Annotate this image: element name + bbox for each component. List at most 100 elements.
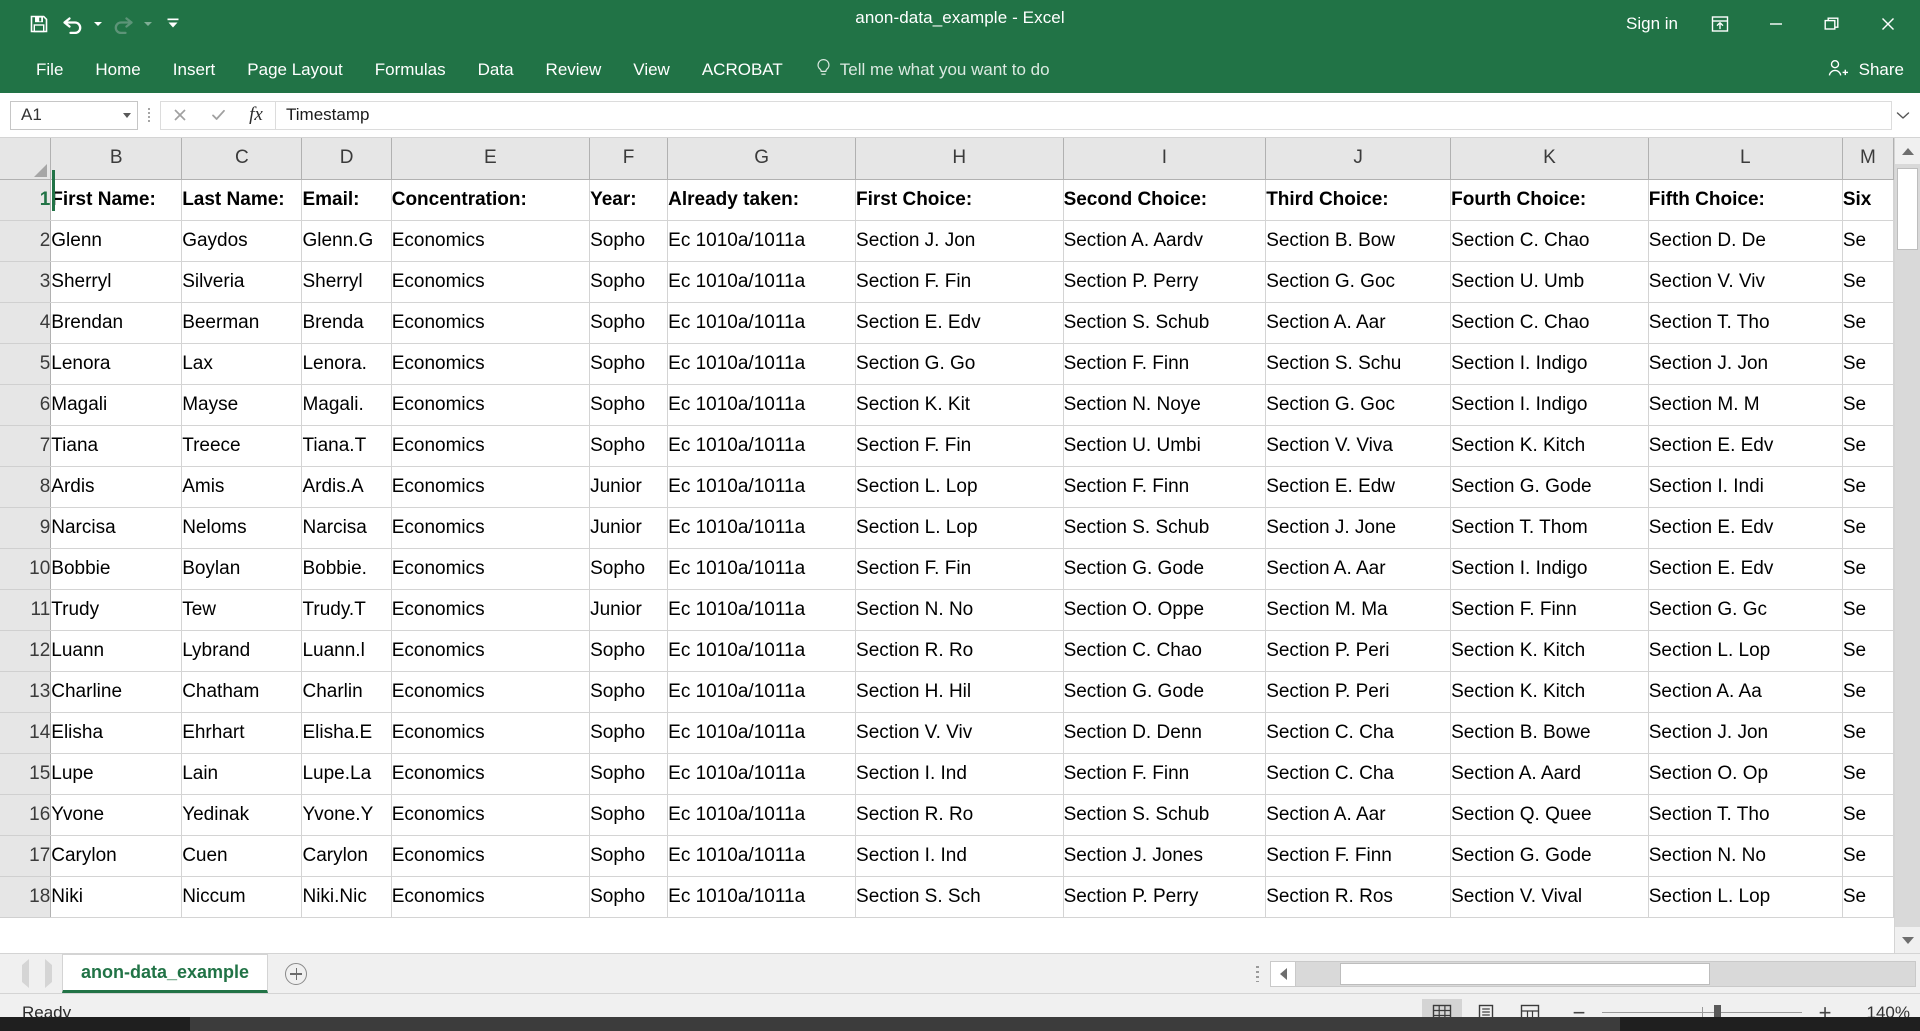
cell-f10[interactable]: Sopho xyxy=(589,548,669,590)
cell-m16[interactable]: Se xyxy=(1842,794,1894,836)
cell-j10[interactable]: Section A. Aar xyxy=(1265,548,1452,590)
cell-f14[interactable]: Sopho xyxy=(589,712,669,754)
horizontal-scroll-thumb[interactable] xyxy=(1340,962,1710,985)
cell-l12[interactable]: Section L. Lop xyxy=(1648,630,1843,672)
tab-data[interactable]: Data xyxy=(462,47,530,93)
cell-l15[interactable]: Section O. Op xyxy=(1648,753,1843,795)
cell-i2[interactable]: Section A. Aardv xyxy=(1063,220,1267,262)
sheet-tab-anon-data-example[interactable]: anon-data_example xyxy=(62,954,269,993)
cell-d14[interactable]: Elisha.E xyxy=(301,712,392,754)
save-icon[interactable] xyxy=(22,7,56,41)
cell-k11[interactable]: Section F. Finn xyxy=(1450,589,1649,631)
cell-f4[interactable]: Sopho xyxy=(589,302,669,344)
cell-header-d[interactable]: Email: xyxy=(301,179,392,221)
cell-l4[interactable]: Section T. Tho xyxy=(1648,302,1843,344)
cell-k7[interactable]: Section K. Kitch xyxy=(1450,425,1649,467)
cell-h16[interactable]: Section R. Ro xyxy=(855,794,1064,836)
cell-g7[interactable]: Ec 1010a/1011a xyxy=(667,425,857,467)
cell-e15[interactable]: Economics xyxy=(391,753,591,795)
cell-m15[interactable]: Se xyxy=(1842,753,1894,795)
row-header-3[interactable]: 3 xyxy=(0,261,52,303)
cell-g4[interactable]: Ec 1010a/1011a xyxy=(667,302,857,344)
cell-d5[interactable]: Lenora. xyxy=(301,343,392,385)
tab-acrobat[interactable]: ACROBAT xyxy=(686,47,799,93)
cell-l7[interactable]: Section E. Edv xyxy=(1648,425,1843,467)
cell-i9[interactable]: Section S. Schub xyxy=(1063,507,1267,549)
cell-j18[interactable]: Section R. Ros xyxy=(1265,876,1452,918)
cell-header-c[interactable]: Last Name: xyxy=(181,179,303,221)
cell-h4[interactable]: Section E. Edv xyxy=(855,302,1064,344)
cell-l11[interactable]: Section G. Gc xyxy=(1648,589,1843,631)
cell-l5[interactable]: Section J. Jon xyxy=(1648,343,1843,385)
column-header-e[interactable]: E xyxy=(391,138,591,180)
cell-d15[interactable]: Lupe.La xyxy=(301,753,392,795)
cell-g6[interactable]: Ec 1010a/1011a xyxy=(667,384,857,426)
cell-k17[interactable]: Section G. Gode xyxy=(1450,835,1649,877)
column-header-b[interactable]: B xyxy=(50,138,183,180)
column-header-d[interactable]: D xyxy=(301,138,392,180)
cell-k13[interactable]: Section K. Kitch xyxy=(1450,671,1649,713)
horizontal-scroll-track[interactable] xyxy=(1296,960,1916,987)
minimize-icon[interactable] xyxy=(1748,4,1804,44)
cell-header-j[interactable]: Third Choice: xyxy=(1265,179,1452,221)
cell-e2[interactable]: Economics xyxy=(391,220,591,262)
redo-dropdown-chevron-down-icon[interactable] xyxy=(140,7,156,41)
cell-h8[interactable]: Section L. Lop xyxy=(855,466,1064,508)
share-button[interactable]: Share xyxy=(1826,58,1904,83)
cell-c18[interactable]: Niccum xyxy=(181,876,303,918)
cell-header-f[interactable]: Year: xyxy=(589,179,669,221)
cell-l16[interactable]: Section T. Tho xyxy=(1648,794,1843,836)
column-header-l[interactable]: L xyxy=(1648,138,1843,180)
scroll-down-arrow-icon[interactable] xyxy=(1895,927,1920,953)
cell-j9[interactable]: Section J. Jone xyxy=(1265,507,1452,549)
cell-j2[interactable]: Section B. Bow xyxy=(1265,220,1452,262)
cell-g17[interactable]: Ec 1010a/1011a xyxy=(667,835,857,877)
cell-d10[interactable]: Bobbie. xyxy=(301,548,392,590)
cell-i13[interactable]: Section G. Gode xyxy=(1063,671,1267,713)
column-header-k[interactable]: K xyxy=(1450,138,1649,180)
tell-me-box[interactable]: Tell me what you want to do xyxy=(815,58,1050,83)
cell-e13[interactable]: Economics xyxy=(391,671,591,713)
cell-j6[interactable]: Section G. Goc xyxy=(1265,384,1452,426)
cell-h6[interactable]: Section K. Kit xyxy=(855,384,1064,426)
cell-header-l[interactable]: Fifth Choice: xyxy=(1648,179,1843,221)
cell-m18[interactable]: Se xyxy=(1842,876,1894,918)
cell-d4[interactable]: Brenda xyxy=(301,302,392,344)
cell-m5[interactable]: Se xyxy=(1842,343,1894,385)
cell-i8[interactable]: Section F. Finn xyxy=(1063,466,1267,508)
cell-d11[interactable]: Trudy.T xyxy=(301,589,392,631)
close-icon[interactable] xyxy=(1860,4,1916,44)
worksheet-grid[interactable]: BCDEFGHIJKLM 1 First Name: Last Name: Email… xyxy=(0,138,1894,953)
vertical-scrollbar[interactable] xyxy=(1894,138,1920,953)
row-header-2[interactable]: 2 xyxy=(0,220,52,262)
cell-h2[interactable]: Section J. Jon xyxy=(855,220,1064,262)
cell-e9[interactable]: Economics xyxy=(391,507,591,549)
cell-l6[interactable]: Section M. M xyxy=(1648,384,1843,426)
cell-d6[interactable]: Magali. xyxy=(301,384,392,426)
cell-c2[interactable]: Gaydos xyxy=(181,220,303,262)
cell-g13[interactable]: Ec 1010a/1011a xyxy=(667,671,857,713)
cell-d7[interactable]: Tiana.T xyxy=(301,425,392,467)
cell-d2[interactable]: Glenn.G xyxy=(301,220,392,262)
cell-f6[interactable]: Sopho xyxy=(589,384,669,426)
horizontal-split-handle[interactable] xyxy=(1244,954,1270,993)
cell-m14[interactable]: Se xyxy=(1842,712,1894,754)
cell-e16[interactable]: Economics xyxy=(391,794,591,836)
cell-b10[interactable]: Bobbie xyxy=(50,548,183,590)
restore-icon[interactable] xyxy=(1804,4,1860,44)
cell-j14[interactable]: Section C. Cha xyxy=(1265,712,1452,754)
cell-k9[interactable]: Section T. Thom xyxy=(1450,507,1649,549)
cell-h15[interactable]: Section I. Ind xyxy=(855,753,1064,795)
cell-j3[interactable]: Section G. Goc xyxy=(1265,261,1452,303)
column-header-c[interactable]: C xyxy=(181,138,303,180)
cell-j15[interactable]: Section C. Cha xyxy=(1265,753,1452,795)
cell-d18[interactable]: Niki.Nic xyxy=(301,876,392,918)
cell-c14[interactable]: Ehrhart xyxy=(181,712,303,754)
cell-c10[interactable]: Boylan xyxy=(181,548,303,590)
cell-c17[interactable]: Cuen xyxy=(181,835,303,877)
ribbon-display-options-icon[interactable] xyxy=(1692,4,1748,44)
cell-l3[interactable]: Section V. Viv xyxy=(1648,261,1843,303)
cell-e11[interactable]: Economics xyxy=(391,589,591,631)
cell-h9[interactable]: Section L. Lop xyxy=(855,507,1064,549)
column-header-m[interactable]: M xyxy=(1842,138,1894,180)
